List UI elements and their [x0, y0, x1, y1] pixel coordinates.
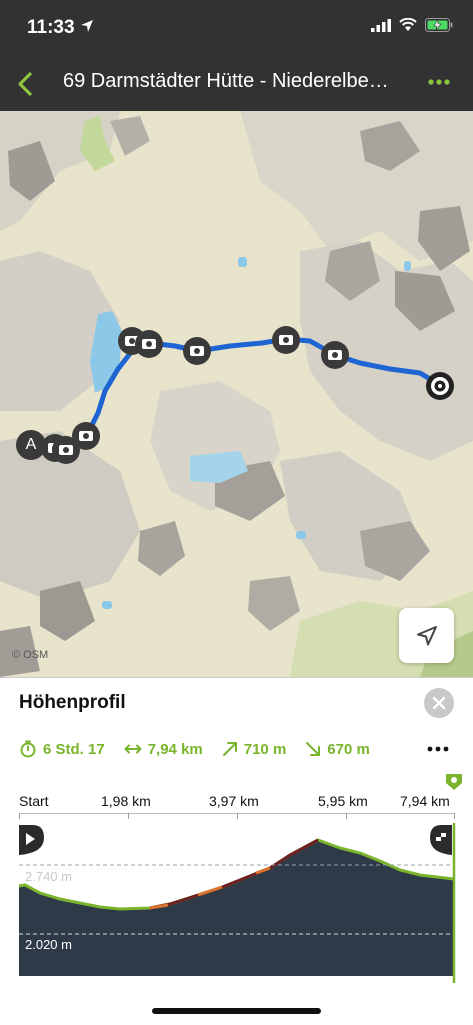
elevation-panel: Höhenprofil 6 Std. 17 7,94 km 710 m 670 … [0, 677, 473, 1025]
more-stats-button[interactable] [426, 742, 450, 756]
ascent-arrow-icon [222, 742, 237, 756]
descent-arrow-icon [306, 742, 321, 756]
back-button[interactable] [6, 64, 46, 104]
nav-header: 69 Darmstädter Hütte - Niederelbehütte [0, 56, 473, 111]
photo-marker[interactable] [51, 435, 81, 465]
photo-marker[interactable] [182, 336, 212, 366]
panel-title: Höhenprofil [19, 692, 126, 713]
duration-value: 6 Std. 17 [43, 740, 105, 758]
chevron-left-icon [18, 72, 32, 96]
close-icon [432, 696, 446, 710]
axis-tick-label: Start [19, 793, 49, 809]
photo-marker[interactable] [134, 329, 164, 359]
map-view[interactable]: A © OSM [0, 111, 473, 677]
stopwatch-icon [20, 740, 36, 758]
start-marker-label: A [25, 436, 37, 453]
stat-duration: 6 Std. 17 [19, 740, 105, 758]
stat-descent: 670 m [305, 741, 370, 758]
location-arrow-icon [81, 20, 93, 32]
elevation-profile-chart[interactable] [0, 823, 473, 1023]
distance-axis: Start 1,98 km 3,97 km 5,95 km 7,94 km [0, 790, 473, 824]
stat-ascent: 710 m [222, 740, 287, 758]
distance-value: 7,94 km [147, 740, 203, 758]
more-options-button[interactable] [425, 70, 455, 94]
ascent-value: 710 m [243, 740, 287, 758]
home-indicator[interactable] [152, 1008, 321, 1014]
elevation-max-label: 2.740 m [25, 869, 72, 884]
axis-tick [19, 813, 20, 819]
position-handle-icon[interactable] [445, 773, 463, 791]
navigation-arrow-icon [416, 625, 437, 645]
axis-tick-label: 5,95 km [318, 793, 368, 809]
battery-charging-icon [425, 18, 453, 32]
start-flag-icon [19, 825, 44, 855]
page-title: 69 Darmstädter Hütte - Niederelbehütte [63, 70, 393, 92]
descent-value: 670 m [327, 740, 370, 758]
tour-stats: 6 Std. 17 7,94 km 710 m 670 m [19, 740, 389, 758]
map-attribution[interactable]: © OSM [12, 649, 48, 661]
axis-tick-label: 3,97 km [209, 793, 259, 809]
start-marker[interactable]: A [16, 430, 46, 460]
photo-marker[interactable] [271, 325, 301, 355]
terrain-map [0, 111, 473, 677]
axis-tick [128, 813, 129, 819]
close-panel-button[interactable] [424, 688, 454, 718]
axis-tick [237, 813, 238, 819]
wifi-icon [399, 18, 417, 31]
signal-icon [371, 18, 391, 32]
axis-tick-label: 1,98 km [101, 793, 151, 809]
locate-me-button[interactable] [399, 608, 454, 663]
photo-marker[interactable] [320, 340, 350, 370]
axis-tick-label: 7,94 km [400, 793, 450, 809]
end-marker-icon[interactable] [425, 371, 455, 401]
elevation-min-label: 2.020 m [25, 937, 72, 952]
distance-arrows-icon [124, 744, 142, 754]
axis-tick [454, 813, 455, 819]
status-bar: 11:33 [0, 0, 473, 56]
status-time: 11:33 [27, 17, 75, 38]
finish-flag-icon [430, 825, 452, 855]
stat-distance: 7,94 km [124, 741, 203, 758]
axis-tick [346, 813, 347, 819]
